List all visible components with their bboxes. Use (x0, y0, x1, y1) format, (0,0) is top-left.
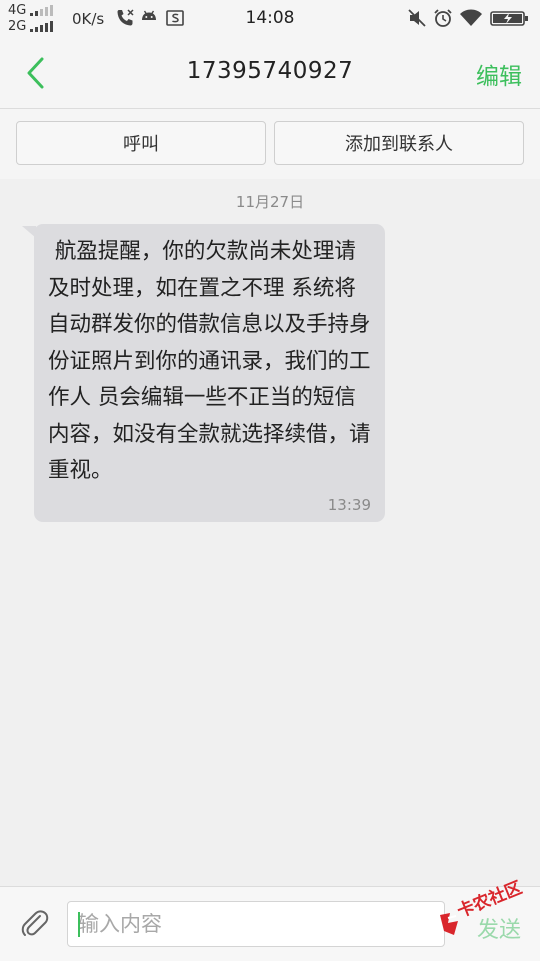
contact-number-title: 17395740927 (186, 58, 354, 84)
date-separator: 11月27日 (235, 193, 305, 211)
add-to-contacts-button[interactable]: 添加到联系人 (274, 121, 524, 165)
conversation-header: 17395740927 编辑 (0, 38, 540, 109)
wifi-icon (460, 9, 482, 26)
mute-icon (408, 9, 426, 27)
send-button[interactable]: 发送 (477, 912, 521, 944)
message-composer: 发送 (0, 886, 540, 961)
paperclip-icon[interactable] (18, 907, 52, 941)
contact-actions: 呼叫 添加到联系人 (0, 109, 540, 179)
alarm-icon (434, 9, 452, 27)
battery-icon (490, 11, 528, 26)
message-time: 13:39 (327, 495, 371, 514)
received-message-bubble[interactable]: 航盈提醒，你的欠款尚未处理请及时处理，如在置之不理 系统将自动群发你的借款信息以… (34, 224, 385, 522)
message-list[interactable]: 11月27日 航盈提醒，你的欠款尚未处理请及时处理，如在置之不理 系统将自动群发… (0, 179, 540, 886)
message-text: 航盈提醒，你的欠款尚未处理请及时处理，如在置之不理 系统将自动群发你的借款信息以… (48, 239, 371, 483)
status-bar: 4G 2G 0K/s 14:08 (0, 0, 540, 38)
edit-button[interactable]: 编辑 (476, 57, 522, 91)
text-caret (78, 912, 80, 937)
call-button[interactable]: 呼叫 (16, 121, 266, 165)
message-input[interactable] (67, 901, 445, 947)
